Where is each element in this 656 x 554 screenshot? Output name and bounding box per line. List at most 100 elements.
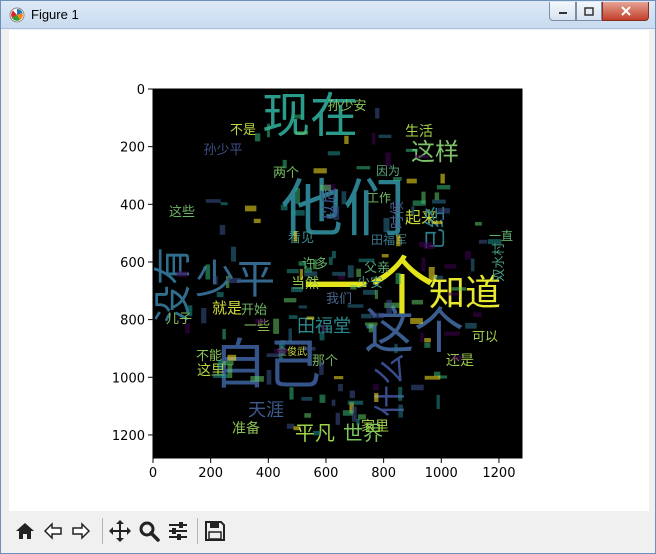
wordcloud-small-word-mark xyxy=(394,343,398,354)
x-tick-label: 800 xyxy=(371,466,396,481)
wordcloud-small-word-mark xyxy=(283,298,297,303)
wordcloud-small-word-mark xyxy=(465,251,471,260)
wordcloud-word: 这些 xyxy=(169,204,195,220)
wordcloud-word: 看见 xyxy=(288,230,314,246)
toolbar-separator xyxy=(102,518,103,544)
wordcloud-small-word-mark xyxy=(474,221,482,226)
wordcloud-small-word-mark xyxy=(331,399,336,406)
x-tick-label: 0 xyxy=(149,466,157,481)
wordcloud-small-word-mark xyxy=(357,414,366,420)
wordcloud-small-word-mark xyxy=(205,199,221,203)
wordcloud-small-word-mark xyxy=(465,322,477,329)
wordcloud-small-word-mark xyxy=(295,131,309,135)
pan-button[interactable] xyxy=(106,517,134,545)
wordcloud-small-word-mark xyxy=(280,204,288,211)
wordcloud-small-word-mark xyxy=(222,328,226,340)
wordcloud-small-word-mark xyxy=(405,148,418,152)
wordcloud-small-word-mark xyxy=(286,423,295,429)
wordcloud-word: 工作 xyxy=(367,191,391,205)
save-button[interactable] xyxy=(201,517,229,545)
wordcloud-small-word-mark xyxy=(289,387,294,400)
title-bar[interactable]: Figure 1 xyxy=(1,1,655,29)
wordcloud-small-word-mark xyxy=(470,258,475,272)
wordcloud-small-word-mark xyxy=(447,292,460,296)
forward-arrow-icon xyxy=(72,522,91,540)
wordcloud-small-word-mark xyxy=(452,355,463,361)
wordcloud-small-word-mark xyxy=(356,268,361,277)
wordcloud-small-word-mark xyxy=(428,266,435,282)
wordcloud-small-word-mark xyxy=(411,299,424,305)
wordcloud-small-word-mark xyxy=(473,312,482,317)
wordcloud-small-word-mark xyxy=(299,268,303,280)
wordcloud-small-word-mark xyxy=(344,135,349,145)
y-tick-label: 200 xyxy=(120,141,145,156)
wordcloud-small-word-mark xyxy=(286,269,299,274)
back-button[interactable] xyxy=(39,517,67,545)
forward-button[interactable] xyxy=(67,517,95,545)
wordcloud-small-word-mark xyxy=(395,272,401,284)
wordcloud-small-word-mark xyxy=(421,257,426,272)
wordcloud-small-word-mark xyxy=(331,250,336,259)
minimize-button[interactable] xyxy=(549,2,576,21)
wordcloud-word: 那个 xyxy=(312,354,338,369)
wordcloud-small-word-mark xyxy=(293,231,297,242)
zoom-button[interactable] xyxy=(135,517,163,545)
y-tick-label: 600 xyxy=(120,256,145,271)
navigation-toolbar xyxy=(9,511,649,551)
configure-subplots-button[interactable] xyxy=(164,517,192,545)
wordcloud-small-word-mark xyxy=(328,257,333,265)
sliders-icon xyxy=(169,522,187,540)
close-button[interactable] xyxy=(602,2,649,21)
wordcloud-small-word-mark xyxy=(304,271,318,277)
wordcloud-small-word-mark xyxy=(374,289,378,299)
wordcloud-word: 开始 xyxy=(241,303,267,318)
wordcloud-small-word-mark xyxy=(424,342,431,348)
wordcloud-small-word-mark xyxy=(288,328,292,343)
wordcloud-small-word-mark xyxy=(349,390,355,399)
wordcloud-small-word-mark xyxy=(375,107,380,119)
wordcloud-word: 孙少平 xyxy=(203,143,242,158)
wordcloud-small-word-mark xyxy=(313,259,317,270)
wordcloud-small-word-mark xyxy=(335,412,340,425)
wordcloud-small-word-mark xyxy=(306,316,315,320)
wordcloud-small-word-mark xyxy=(347,265,354,278)
home-button[interactable] xyxy=(11,517,39,545)
wordcloud-small-word-mark xyxy=(273,318,280,334)
wordcloud-small-word-mark xyxy=(393,177,402,181)
x-tick-label: 200 xyxy=(198,466,223,481)
figure-canvas[interactable]: 他们现在一个自己这个没有少平知道这样什么平凡世界天涯田福堂孙少安就是起来生活已经… xyxy=(9,30,649,511)
wordcloud-small-word-mark xyxy=(434,371,441,377)
wordcloud-small-word-mark xyxy=(298,261,307,266)
wordcloud-small-word-mark xyxy=(411,384,424,391)
wordcloud-small-word-mark xyxy=(364,322,378,326)
wordcloud-small-word-mark xyxy=(440,173,445,184)
wordcloud-small-word-mark xyxy=(227,354,237,361)
wordcloud-small-word-mark xyxy=(436,394,440,410)
x-tick-label: 1000 xyxy=(425,466,458,481)
wordcloud-small-word-mark xyxy=(444,331,460,336)
wordcloud-small-word-mark xyxy=(406,178,417,184)
wordcloud-word: 父亲 xyxy=(364,261,390,276)
wordcloud-small-word-mark xyxy=(444,264,457,269)
wordcloud-small-word-mark xyxy=(313,168,327,174)
x-tick-label: 600 xyxy=(314,466,339,481)
wordcloud-word: 田福军 xyxy=(371,232,407,247)
wordcloud-small-word-mark xyxy=(383,217,390,233)
wordcloud-small-word-mark xyxy=(303,346,316,351)
maximize-button[interactable] xyxy=(576,2,602,21)
wordcloud-small-word-mark xyxy=(434,192,440,201)
wordcloud-small-word-mark xyxy=(213,276,218,285)
wordcloud-small-word-mark xyxy=(341,191,347,205)
wordcloud-small-word-mark xyxy=(396,235,401,247)
figure-window: Figure 1 他们现在一个自己这个没有少平知道这样什么平凡世界天涯田福堂孙少… xyxy=(0,0,656,554)
wordcloud-small-word-mark xyxy=(295,187,300,204)
wordcloud-small-word-mark xyxy=(291,287,303,293)
wordcloud-small-word-mark xyxy=(414,154,430,158)
toolbar-separator xyxy=(197,518,198,544)
wordcloud-small-word-mark xyxy=(176,271,188,278)
wordcloud-word: 就是 xyxy=(212,299,242,317)
matplotlib-app-icon xyxy=(9,7,25,23)
wordcloud-small-word-mark xyxy=(347,400,364,405)
wordcloud-small-word-mark xyxy=(371,132,376,145)
wordcloud-small-word-mark xyxy=(356,166,371,170)
